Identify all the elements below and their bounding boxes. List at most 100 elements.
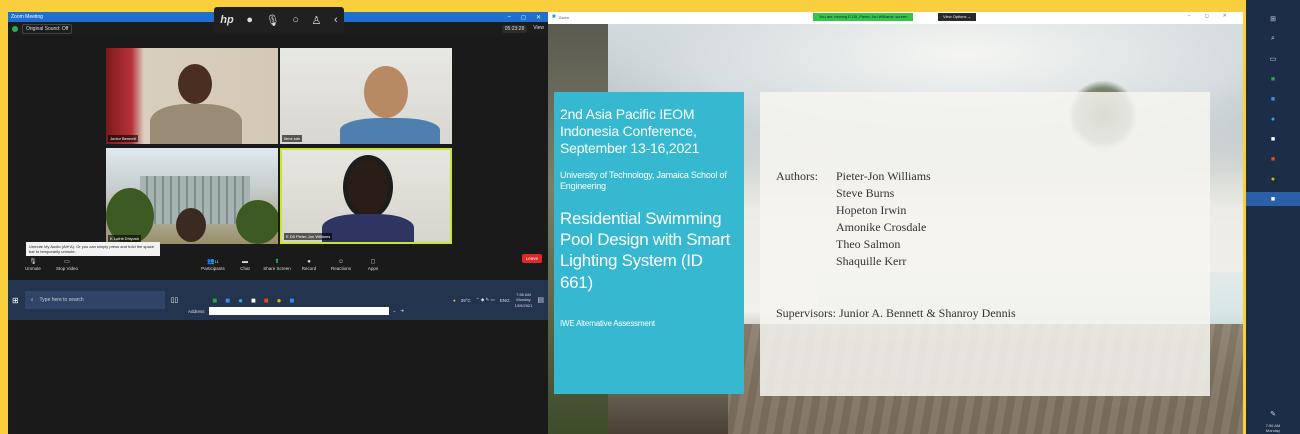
edge-icon[interactable]: ●: [238, 296, 243, 305]
authors-block: Authors: Pieter-Jon Williams Steve Burns…: [776, 168, 1210, 270]
address-input[interactable]: [208, 307, 389, 315]
maximize-button[interactable]: ◻: [1205, 13, 1209, 19]
record-button[interactable]: ● Record: [294, 259, 324, 271]
address-label: Address: [188, 308, 205, 314]
participant-body: [150, 104, 242, 144]
pen-icon[interactable]: ✎: [1270, 410, 1276, 418]
assessment-label: IWE Alternative Assessment: [560, 318, 655, 328]
circle-icon[interactable]: ○: [292, 14, 299, 26]
vertical-taskbar-clock[interactable]: 7:56 AM Monday: [1266, 423, 1281, 434]
store-icon[interactable]: ■: [251, 296, 256, 305]
slide-title-panel: 2nd Asia Pacific IEOM Indonesia Conferen…: [554, 92, 744, 394]
taskbar-search[interactable]: ⌕ Type here to search: [24, 291, 165, 309]
zoom-meeting-window: Zoom Meeting – ◻ ✕ Original Sound: Off 0…: [8, 12, 548, 434]
photos-icon[interactable]: ■: [1246, 152, 1300, 166]
system-tray: ● 29°C ⌃ ◆ ✎ ▭ ENG 7:56 AM Monday 13/9/2…: [453, 292, 544, 308]
stop-video-button[interactable]: ▭ Stop Video: [52, 259, 82, 271]
chat-button[interactable]: ▬ Chat: [230, 259, 260, 271]
mail-icon[interactable]: ■: [1246, 92, 1300, 106]
participant-body: [322, 214, 414, 242]
meeting-timer: 05:23:28: [501, 25, 528, 33]
maximize-button[interactable]: ◻: [521, 14, 526, 21]
minimize-button[interactable]: –: [508, 14, 511, 21]
video-tile-active-speaker[interactable]: E D5 Pieter-Jon Williams: [280, 148, 452, 244]
hp-logo-icon: hp: [220, 14, 234, 26]
taskbar-apps: ■ ■ ● ■ ■ ● ■: [212, 296, 294, 305]
university-name: University of Technology, Jamaica School…: [560, 170, 727, 192]
tray-icons[interactable]: ⌃ ◆ ✎ ▭: [476, 297, 495, 303]
task-view-icon[interactable]: ▯▯: [171, 296, 179, 304]
video-tile[interactable]: Ilene sdn: [280, 48, 452, 144]
weather-icon[interactable]: ●: [453, 298, 456, 303]
hp-camera-bar: hp ● 🎙 ○ ♙ ‹: [214, 7, 344, 33]
authors-label: Authors:: [776, 169, 818, 183]
author-name: Pieter-Jon Williams: [836, 169, 931, 183]
reactions-icon: ☺: [337, 259, 345, 265]
reactions-button[interactable]: ☺ Reactions: [326, 259, 356, 271]
share-window-title: Zoom: [558, 14, 569, 20]
chrome-icon[interactable]: ●: [277, 296, 282, 305]
participant-name: Junior Bennett: [108, 135, 138, 142]
store-icon[interactable]: ■: [1246, 132, 1300, 146]
paper-title: Residential Swimming Pool Design with Sm…: [560, 208, 731, 292]
meeting-controls: 🎙 Unmute ▭ Stop Video 👥11 Participants ▬ Cha…: [8, 258, 548, 272]
author-name: Theo Salmon: [836, 237, 901, 251]
close-button[interactable]: ✕: [1223, 13, 1227, 19]
temperature: 29°C: [460, 297, 471, 303]
window-controls: – ◻ ✕: [508, 14, 545, 21]
taskbar-clock[interactable]: 7:56 AM Monday 13/9/2021: [515, 292, 533, 308]
video-tile[interactable]: K Luthit Dhiyush: [106, 148, 278, 244]
participants-icon: 👥11: [207, 259, 219, 265]
search-icon: ⌕: [30, 297, 34, 303]
go-arrow-icon[interactable]: ➜: [400, 308, 404, 314]
microphone-muted-icon: 🎙: [29, 259, 37, 265]
window-controls: – ◻ ✕: [1188, 13, 1227, 19]
unmute-button[interactable]: 🎙 Unmute: [18, 259, 48, 271]
search-icon[interactable]: ⌕: [1246, 32, 1300, 46]
video-camera-icon: ▭: [64, 259, 70, 265]
author-name: Steve Burns: [836, 186, 895, 200]
person-icon[interactable]: ♙: [311, 14, 321, 27]
shield-icon[interactable]: [12, 26, 18, 32]
share-screen-button[interactable]: ⬆ Share Screen: [262, 259, 292, 271]
app-icon[interactable]: ■: [1246, 72, 1300, 86]
minimize-button[interactable]: –: [1188, 13, 1191, 19]
microphone-icon[interactable]: 🎙: [266, 14, 280, 27]
participants-button[interactable]: 👥11 Participants: [198, 259, 228, 271]
zoom-app-icon[interactable]: ■: [1246, 192, 1300, 206]
participant-name: E D5 Pieter-Jon Williams: [284, 233, 333, 240]
video-tile[interactable]: Junior Bennett: [106, 48, 278, 144]
participant-name: K Luthit Dhiyush: [108, 235, 142, 242]
camera-dot-icon[interactable]: ●: [246, 14, 253, 26]
viewing-banner: You are viewing E D5_Pieter-Jon Williams…: [813, 13, 914, 21]
search-placeholder: Type here to search: [39, 297, 84, 303]
original-sound-toggle[interactable]: Original Sound: Off: [22, 24, 73, 34]
chrome-icon[interactable]: ●: [1246, 172, 1300, 186]
chevron-down-icon[interactable]: ⌄: [393, 308, 397, 314]
apps-button[interactable]: ◻ Apps: [358, 259, 388, 271]
view-button[interactable]: View: [533, 25, 544, 33]
participant-head: [364, 66, 408, 118]
photos-icon[interactable]: ■: [264, 296, 269, 305]
edge-icon[interactable]: ●: [1246, 112, 1300, 126]
zoom-app-icon[interactable]: ■: [289, 296, 294, 305]
authors-list: Pieter-Jon Williams Steve Burns Hopeton …: [836, 168, 931, 270]
view-options-button[interactable]: View Options ⌄: [938, 13, 976, 21]
apps-icon: ◻: [370, 259, 376, 265]
language[interactable]: ENG: [500, 298, 510, 303]
windows-start-icon[interactable]: ⊞: [1246, 12, 1300, 26]
leave-button[interactable]: Leave: [521, 254, 542, 263]
task-view-icon[interactable]: ▭: [1246, 52, 1300, 66]
participant-head: [178, 64, 212, 104]
collapse-icon[interactable]: ‹: [334, 14, 338, 26]
author-name: Amonike Crosdale: [836, 220, 927, 234]
windows-start-icon[interactable]: ⊞: [12, 296, 19, 305]
share-titlebar: ■ Zoom You are viewing E D5_Pieter-Jon W…: [548, 12, 1243, 22]
notification-icon[interactable]: ▤: [537, 296, 544, 304]
record-icon: ●: [307, 259, 311, 265]
close-button[interactable]: ✕: [536, 14, 541, 21]
mail-icon[interactable]: ■: [225, 296, 230, 305]
tree-shape: [236, 200, 278, 244]
app-icon[interactable]: ■: [212, 296, 217, 305]
zoom-logo-icon: ■: [552, 14, 556, 20]
